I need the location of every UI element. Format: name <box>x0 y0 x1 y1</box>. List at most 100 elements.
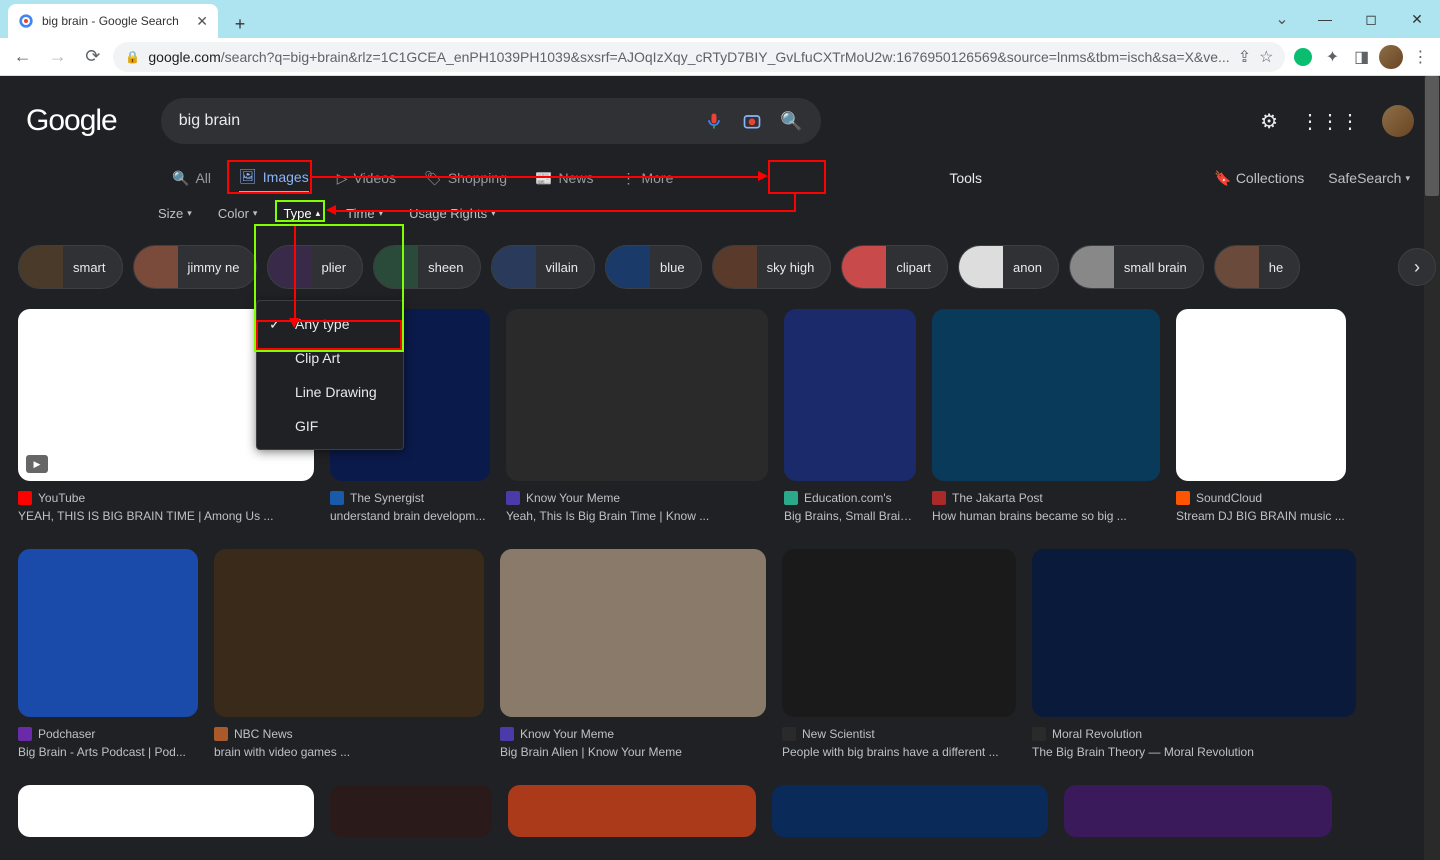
image-result[interactable]: SoundCloudStream DJ BIG BRAIN music ... <box>1176 309 1346 523</box>
result-thumbnail[interactable] <box>506 309 768 481</box>
type-option-gif[interactable]: GIF <box>257 409 403 443</box>
tab-more[interactable]: ⋮More <box>621 164 673 193</box>
search-box[interactable]: 🔍 <box>161 98 821 144</box>
image-result[interactable]: The Jakarta PostHow human brains became … <box>932 309 1160 523</box>
tool-size[interactable]: Size▾ <box>158 206 192 221</box>
sidebar-icon[interactable]: ◨ <box>1350 45 1373 69</box>
result-source: Know Your Meme <box>506 491 768 505</box>
related-chip[interactable]: clipart <box>841 245 948 289</box>
tab-videos[interactable]: ▷Videos <box>337 164 396 193</box>
tab-all[interactable]: 🔍All <box>172 164 211 193</box>
result-thumbnail[interactable] <box>1064 785 1332 837</box>
search-box-icons: 🔍 <box>704 111 802 132</box>
type-option-clipart[interactable]: Clip Art <box>257 341 403 375</box>
related-chip[interactable]: villain <box>491 245 596 289</box>
result-thumbnail[interactable] <box>508 785 756 837</box>
chips-next-button[interactable]: › <box>1398 248 1436 286</box>
result-title: understand brain developm... <box>330 509 490 523</box>
related-chip[interactable]: anon <box>958 245 1059 289</box>
address-bar[interactable]: 🔒 google.com/search?q=big+brain&rlz=1C1G… <box>113 42 1285 72</box>
tool-usage-rights[interactable]: Usage Rights▾ <box>409 206 496 221</box>
image-icon: 🖼 <box>239 168 257 185</box>
source-favicon-icon <box>18 727 32 741</box>
result-thumbnail[interactable] <box>932 309 1160 481</box>
related-chip[interactable]: jimmy ne <box>133 245 257 289</box>
tool-time[interactable]: Time▾ <box>346 206 383 221</box>
safesearch-link[interactable]: SafeSearch▾ <box>1328 170 1410 187</box>
profile-avatar[interactable] <box>1379 45 1402 69</box>
result-thumbnail[interactable] <box>782 549 1016 717</box>
lens-icon[interactable] <box>742 111 762 131</box>
image-result[interactable]: New ScientistPeople with big brains have… <box>782 549 1016 759</box>
image-result[interactable]: Know Your MemeYeah, This Is Big Brain Ti… <box>506 309 768 523</box>
forward-button[interactable]: → <box>43 42 72 72</box>
result-thumbnail[interactable] <box>772 785 1048 837</box>
minimize-button[interactable]: — <box>1302 0 1348 38</box>
result-thumbnail[interactable] <box>500 549 766 717</box>
image-result[interactable] <box>18 785 314 847</box>
extensions-puzzle-icon[interactable]: ✦ <box>1321 45 1344 69</box>
related-chip[interactable]: blue <box>605 245 702 289</box>
result-thumbnail[interactable] <box>214 549 484 717</box>
image-result[interactable]: Moral Revolution The Big Brain Theory — M… <box>1032 549 1356 759</box>
mic-icon[interactable] <box>704 111 724 131</box>
tabs-dropdown-icon[interactable]: ⌄ <box>1262 0 1302 38</box>
browser-tab[interactable]: big brain - Google Search ✕ <box>8 4 218 38</box>
result-thumbnail[interactable] <box>1032 549 1356 717</box>
image-result[interactable] <box>330 785 492 847</box>
tab-news[interactable]: 📰News <box>535 164 593 193</box>
result-source: NBC News <box>214 727 484 741</box>
apps-grid-icon[interactable]: ⋮⋮⋮ <box>1300 109 1360 134</box>
tool-type[interactable]: Type▴ <box>283 206 320 221</box>
related-chip[interactable]: plier <box>267 245 364 289</box>
related-chip[interactable]: smart <box>18 245 123 289</box>
tool-color[interactable]: Color▾ <box>218 206 258 221</box>
chip-thumbnail <box>374 245 418 289</box>
related-chip[interactable]: he <box>1214 245 1300 289</box>
image-result[interactable] <box>508 785 756 847</box>
search-tabs: 🔍All 🖼Images ▷Videos 🏷Shopping 📰News ⋮Mo… <box>0 144 1440 194</box>
image-result[interactable]: NBC Newsbrain with video games ... <box>214 549 484 759</box>
search-icon[interactable]: 🔍 <box>780 111 802 132</box>
google-logo[interactable]: Google <box>26 104 117 138</box>
source-favicon-icon <box>500 727 514 741</box>
tools-button[interactable]: Tools <box>941 166 990 190</box>
source-name: The Jakarta Post <box>952 491 1043 505</box>
tab-images[interactable]: 🖼Images <box>239 162 309 194</box>
type-option-any[interactable]: ✓Any type <box>257 307 403 341</box>
type-option-linedrawing[interactable]: Line Drawing <box>257 375 403 409</box>
collections-link[interactable]: 🔖Collections <box>1214 170 1304 187</box>
result-thumbnail[interactable] <box>784 309 916 481</box>
bookmark-icon[interactable]: ☆ <box>1259 47 1273 67</box>
close-tab-icon[interactable]: ✕ <box>196 13 208 30</box>
settings-gear-icon[interactable]: ⚙ <box>1260 109 1278 134</box>
image-result[interactable] <box>1064 785 1332 847</box>
user-avatar[interactable] <box>1382 105 1414 137</box>
chip-thumbnail <box>492 245 536 289</box>
extension-icon[interactable] <box>1291 45 1314 69</box>
source-name: NBC News <box>234 727 293 741</box>
back-button[interactable]: ← <box>8 42 37 72</box>
image-result[interactable]: Know Your MemeBig Brain Alien | Know You… <box>500 549 766 759</box>
source-name: Moral Revolution <box>1052 727 1142 741</box>
image-result[interactable]: Education.com'sBig Brains, Small Brain..… <box>784 309 916 523</box>
chrome-menu-icon[interactable]: ⋮ <box>1409 45 1432 69</box>
maximize-button[interactable]: ◻ <box>1348 0 1394 38</box>
related-chip[interactable]: sky high <box>712 245 832 289</box>
image-result[interactable]: PodchaserBig Brain - Arts Podcast | Pod.… <box>18 549 198 759</box>
result-thumbnail[interactable] <box>1176 309 1346 481</box>
new-tab-button[interactable]: + <box>226 10 254 38</box>
related-chip[interactable]: small brain <box>1069 245 1204 289</box>
result-thumbnail[interactable] <box>18 785 314 837</box>
tab-shopping[interactable]: 🏷Shopping <box>424 164 507 193</box>
close-window-button[interactable]: ✕ <box>1394 0 1440 38</box>
related-chip[interactable]: sheen <box>373 245 480 289</box>
image-result[interactable] <box>772 785 1048 847</box>
result-thumbnail[interactable] <box>18 549 198 717</box>
result-title: The Big Brain Theory — Moral Revolution <box>1032 745 1356 759</box>
reload-button[interactable]: ⟳ <box>78 42 107 72</box>
search-input[interactable] <box>179 112 705 130</box>
result-thumbnail[interactable] <box>330 785 492 837</box>
share-icon[interactable]: ⇪ <box>1238 47 1251 67</box>
chevron-up-icon: ▴ <box>316 208 321 219</box>
